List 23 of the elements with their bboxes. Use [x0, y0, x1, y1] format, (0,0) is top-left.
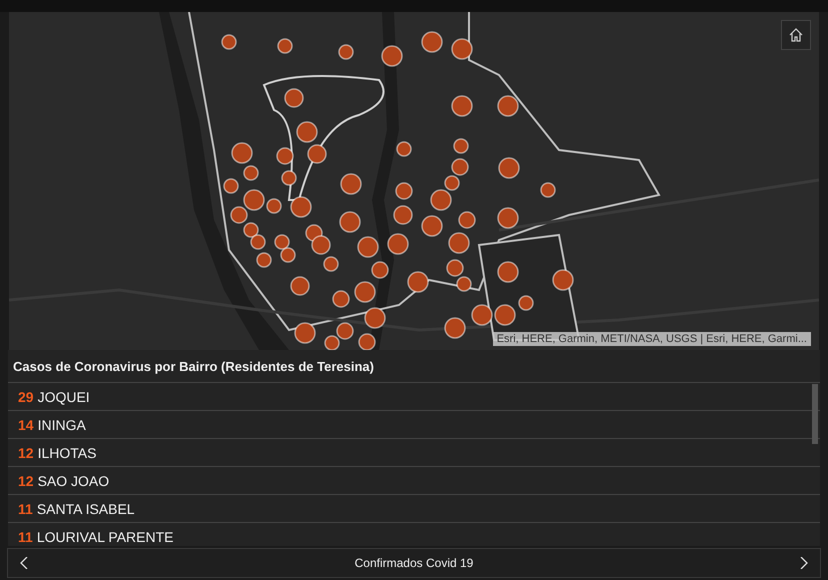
- neighborhood-name: ILHOTAS: [38, 444, 96, 460]
- list-item[interactable]: 12 ILHOTAS: [8, 438, 820, 466]
- list-item[interactable]: 11 SANTA ISABEL: [8, 494, 820, 522]
- neighborhood-name: JOQUEI: [38, 388, 90, 404]
- neighborhood-name: SAO JOAO: [38, 472, 110, 488]
- next-icon: [800, 557, 808, 569]
- home-icon: [788, 27, 804, 43]
- case-count: 12: [18, 472, 34, 488]
- case-count: 29: [18, 388, 34, 404]
- neighborhood-name: ININGA: [38, 416, 86, 432]
- neighborhood-name: LOURIVAL PARENTE: [36, 528, 174, 544]
- case-count: 14: [18, 416, 34, 432]
- case-count: 12: [18, 444, 34, 460]
- footer-title: Confirmados Covid 19: [354, 556, 474, 570]
- case-count: 11: [18, 500, 33, 516]
- list-item[interactable]: 12 SAO JOAO: [8, 466, 820, 494]
- map-attribution: Esri, HERE, Garmin, METI/NASA, USGS | Esri, HERE, Garmi...: [492, 332, 811, 346]
- scrollbar[interactable]: [812, 384, 818, 444]
- list-title: Casos de Coronavirus por Bairro (Residentes de Teresina): [12, 358, 375, 376]
- home-button[interactable]: [781, 20, 811, 50]
- case-count: 11: [18, 528, 33, 544]
- previous-icon: [20, 557, 28, 569]
- neighborhood-name: SANTA ISABEL: [36, 500, 135, 516]
